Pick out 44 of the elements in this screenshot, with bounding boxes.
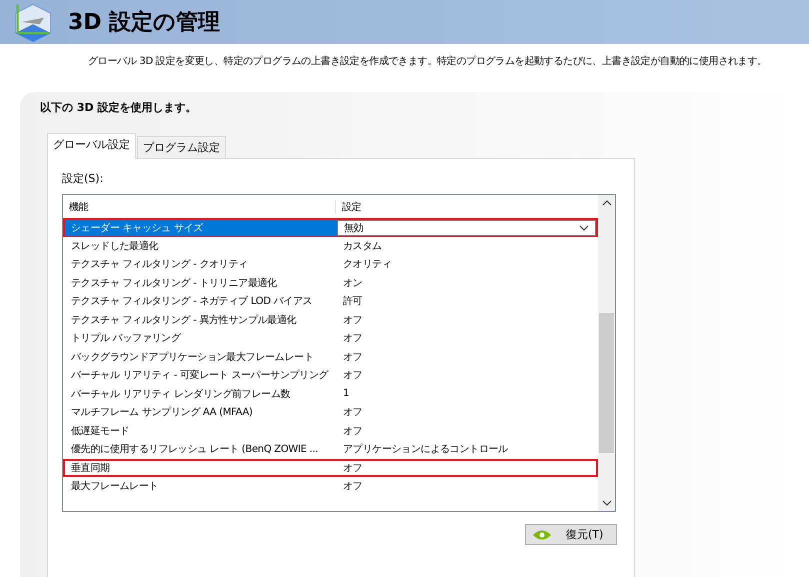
value-cell-text: オフ: [342, 462, 364, 475]
list-label: 設定(S):: [62, 171, 104, 186]
eye-logo-icon: [532, 528, 552, 540]
column-header[interactable]: 機能: [63, 200, 335, 214]
feature-cell[interactable]: テクスチャ フィルタリング - トリリニア最適化: [65, 276, 337, 290]
feature-cell[interactable]: テクスチャ フィルタリング - 異方性サンプル最適化: [65, 312, 337, 327]
value-cell-text: オン: [342, 276, 364, 290]
restore-button[interactable]: 復元(T): [525, 524, 617, 545]
feature-cell[interactable]: マルチフレーム サンプリング AA (MFAA): [65, 405, 337, 420]
tab[interactable]: グローバル設定: [47, 133, 136, 159]
value-cell-text: オフ: [342, 424, 364, 438]
value-cell-text: オフ: [342, 314, 364, 327]
feature-cell[interactable]: テクスチャ フィルタリング - クオリティ: [65, 257, 337, 272]
feature-cell[interactable]: シェーダー キャッシュ サイズ: [65, 220, 337, 236]
value-cell-text: クオリティ: [342, 258, 393, 272]
description-text: グローバル 3D 設定を変更し、特定のプログラムの上書き設定を作成できます。特定のプログラムを起動するたびに、上書き設定が自動的に使用されます。: [88, 54, 768, 68]
value-cell-text: カスタム: [342, 240, 383, 253]
value-cell-text: オフ: [342, 332, 364, 346]
feature-cell[interactable]: スレッドした最適化: [65, 238, 337, 253]
page-title: 3D 設定の管理: [68, 8, 220, 37]
feature-cell[interactable]: テクスチャ フィルタリング - ネガティブ LOD バイアス: [65, 294, 337, 308]
value-cell-text: オフ: [342, 480, 364, 494]
value-cell-text: 1: [342, 388, 350, 400]
value-cell-text: 許可: [342, 294, 364, 308]
feature-cell[interactable]: トリプル バッファリング: [65, 331, 337, 346]
feature-cell[interactable]: バックグラウンドアプリケーション最大フレームレート: [65, 350, 337, 364]
value-cell-text: オフ: [342, 350, 364, 364]
scrollbar[interactable]: [598, 195, 615, 511]
feature-cell[interactable]: 最大フレームレート: [65, 479, 337, 494]
scroll-thumb[interactable]: [599, 313, 614, 453]
feature-cell[interactable]: バーチャル リアリティ - 可変レート スーパーサンプリング: [65, 368, 337, 382]
feature-cell[interactable]: バーチャル リアリティ レンダリング前フレーム数: [65, 386, 337, 401]
value-cell-text: オフ: [342, 369, 364, 382]
feature-cell[interactable]: 低遅延モード: [65, 424, 337, 438]
caret-icon: [579, 225, 589, 231]
scroll-down-icon[interactable]: [602, 500, 612, 506]
scroll-up-icon[interactable]: [602, 200, 612, 206]
feature-cell[interactable]: 優先的に使用するリフレッシュ レート (BenQ ZOWIE ...: [65, 442, 337, 456]
value-dropdown[interactable]: 無効: [337, 220, 596, 236]
value-cell-text: アプリケーションによるコントロール: [342, 442, 509, 456]
tab[interactable]: プログラム設定: [137, 136, 226, 158]
feature-cell[interactable]: 垂直同期: [65, 460, 337, 475]
value-cell-text: オフ: [342, 406, 364, 420]
section-heading: 以下の 3D 設定を使用します。: [40, 100, 198, 115]
